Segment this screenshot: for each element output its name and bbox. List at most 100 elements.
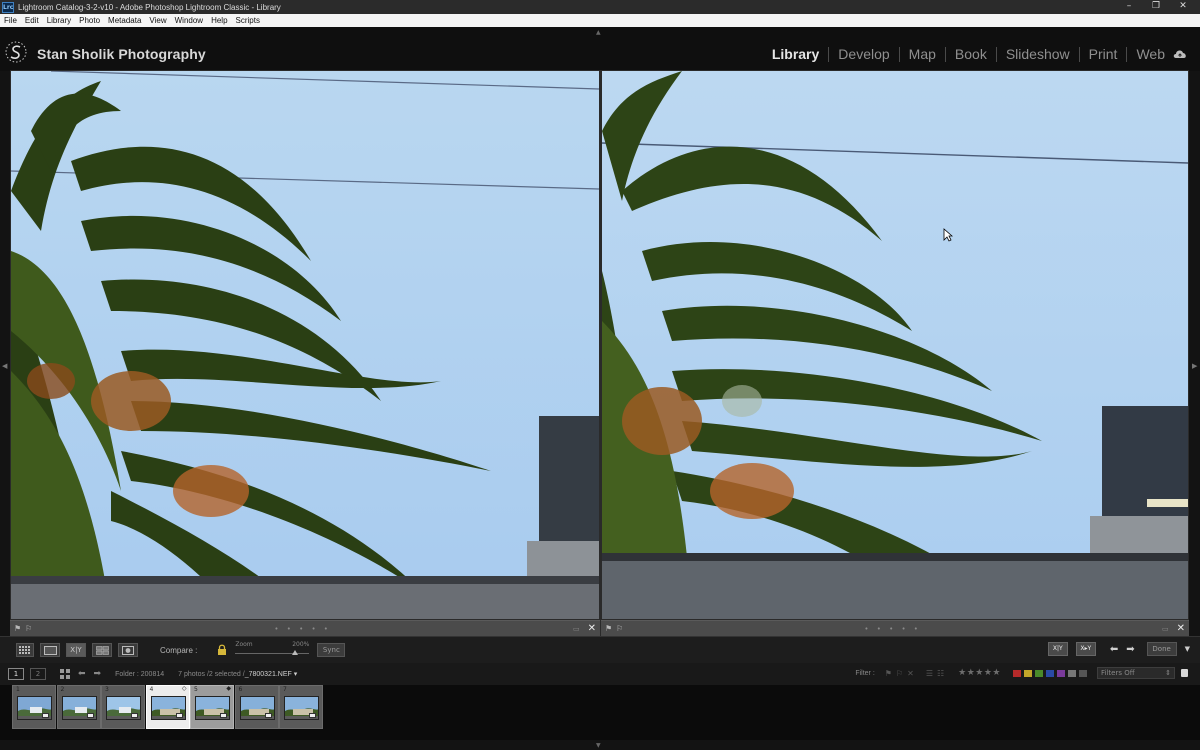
compare-view-button[interactable]: X|Y [66,643,86,657]
module-print[interactable]: Print [1078,46,1127,62]
cloud-sync-icon[interactable] [1172,47,1188,61]
candidate-pane-footer: ⚑ ⚐ • • • • • ▭ ✕ [601,620,1189,636]
reject-flag-icon[interactable]: ⚐ [616,624,623,633]
source-folder-label[interactable]: Folder : 200814 [115,671,164,678]
menu-view[interactable]: View [149,16,166,25]
cell-index: 5 [194,686,198,693]
select-photo [11,71,599,619]
restore-icon[interactable]: ❐ [1145,0,1167,14]
filter-presets-dropdown[interactable]: Filters Off [1097,667,1175,679]
filmstrip-cell[interactable]: 2 [56,685,101,729]
make-select-button[interactable]: X▸Y [1075,642,1096,656]
star-rating-filter[interactable]: ★★★★★ [958,668,1001,678]
reject-filter-icon[interactable]: ✕ [907,669,914,678]
module-web[interactable]: Web [1126,46,1174,62]
photo-thumbnail [106,696,141,720]
color-label-grip-icon[interactable]: ▭ [1162,625,1169,633]
pane-rating-dots[interactable]: • • • • • [623,625,1162,633]
lightroom-app-icon: Lrc [2,1,14,13]
filmstrip-cell[interactable]: 5 ◆ [190,685,234,729]
module-book[interactable]: Book [944,46,996,62]
grid-view-button[interactable] [16,643,34,657]
develop-badge-icon [42,713,49,718]
close-candidate-pane-icon[interactable]: ✕ [1177,623,1185,634]
filmstrip-filter-bar: Filter : ⚑ ⚐ ✕ ☰ ☷ ★★★★★ Filters Off [855,667,1188,679]
cell-index: 7 [283,686,287,693]
compare-marker-icon: ◇ [181,685,187,692]
unflagged-filter-icon[interactable]: ⚐ [896,669,903,678]
menu-library[interactable]: Library [47,16,71,25]
menu-photo[interactable]: Photo [79,16,100,25]
flag-icon[interactable]: ⚑ [605,624,612,633]
menu-edit[interactable]: Edit [25,16,39,25]
top-panel-toggle-icon[interactable]: ▲ [596,29,601,36]
people-view-icon [122,645,134,655]
module-library[interactable]: Library [763,46,828,62]
previous-photo-arrow-icon[interactable]: ⬅ [1110,644,1118,655]
menu-help[interactable]: Help [211,16,227,25]
candidate-photo-image [602,71,1188,619]
color-label-red[interactable] [1013,669,1021,677]
done-button[interactable]: Done [1146,642,1177,656]
zoom-control: Zoom 200% [233,639,313,661]
filmstrip-forward-arrow-icon[interactable]: ➡ [94,669,102,679]
grid-shortcut-icon[interactable] [60,669,70,679]
close-select-pane-icon[interactable]: ✕ [588,623,596,634]
compare-select-pane[interactable]: ⚑ ⚐ • • • • • ▭ ✕ [10,70,600,636]
cell-index: 4 [149,686,154,693]
flag-icon[interactable]: ⚑ [14,624,21,633]
people-view-button[interactable] [118,643,138,657]
loupe-view-button[interactable] [40,643,60,657]
flag-filter-icon[interactable]: ⚑ [885,669,892,678]
filmstrip-cell[interactable]: 6 [234,685,279,729]
filmstrip-cell[interactable]: 1 [12,685,56,729]
filmstrip-cell[interactable]: 3 [101,685,145,729]
reject-flag-icon[interactable]: ⚐ [25,624,32,633]
module-slideshow[interactable]: Slideshow [995,46,1079,62]
menu-window[interactable]: Window [175,16,203,25]
close-icon[interactable]: ✕ [1172,0,1194,14]
minimize-icon[interactable]: – [1118,0,1140,14]
bottom-panel-toggle-icon[interactable]: ▼ [596,742,601,749]
filmstrip-back-arrow-icon[interactable]: ⬅ [78,669,86,679]
unedited-filter-icon[interactable]: ☷ [937,669,944,678]
compare-candidate-pane[interactable]: ⚑ ⚐ • • • • • ▭ ✕ [601,70,1189,636]
color-label-custom[interactable] [1068,669,1076,677]
module-map[interactable]: Map [898,46,945,62]
swap-button[interactable]: X|Y [1047,642,1068,656]
select-pane-footer: ⚑ ⚐ • • • • • ▭ ✕ [10,620,600,636]
menu-metadata[interactable]: Metadata [108,16,141,25]
color-label-green[interactable] [1035,669,1043,677]
zoom-slider-thumb[interactable] [291,650,298,655]
pane-rating-dots[interactable]: • • • • • [32,625,573,633]
filmstrip-cell[interactable]: 4 ◇ [145,685,190,729]
secondary-display-button[interactable]: 2 [30,668,46,680]
current-filename[interactable]: _7800321.NEF ▾ [245,670,298,678]
menu-file[interactable]: File [4,16,17,25]
develop-badge-icon [175,713,183,718]
edited-filter-icon[interactable]: ☰ [926,669,933,678]
cell-index: 3 [105,686,109,693]
menu-scripts[interactable]: Scripts [236,16,260,25]
photo-thumbnail [17,696,52,720]
photo-thumbnail [239,696,275,720]
color-label-none[interactable] [1079,669,1087,677]
next-photo-arrow-icon[interactable]: ➡ [1126,644,1134,655]
primary-display-button[interactable]: 1 [8,668,24,680]
zoom-lock-icon[interactable] [217,644,227,656]
color-label-purple[interactable] [1057,669,1065,677]
filter-lock-icon[interactable] [1181,669,1188,677]
color-label-yellow[interactable] [1024,669,1032,677]
module-develop[interactable]: Develop [828,46,898,62]
zoom-slider-track[interactable] [235,653,310,654]
survey-view-button[interactable] [92,643,112,657]
toolbar-options-chevron-icon[interactable]: ▼ [1185,645,1190,653]
sync-button[interactable]: Sync [317,643,346,657]
identity-plate[interactable]: Stan Sholik Photography [37,46,206,62]
color-label-blue[interactable] [1046,669,1054,677]
right-panel-toggle-icon[interactable]: ▶ [1192,362,1197,370]
left-panel-toggle-icon[interactable]: ◀ [2,362,7,370]
color-label-grip-icon[interactable]: ▭ [573,625,580,633]
filmstrip-cell[interactable]: 7 [279,685,323,729]
filter-label: Filter : [855,669,875,677]
